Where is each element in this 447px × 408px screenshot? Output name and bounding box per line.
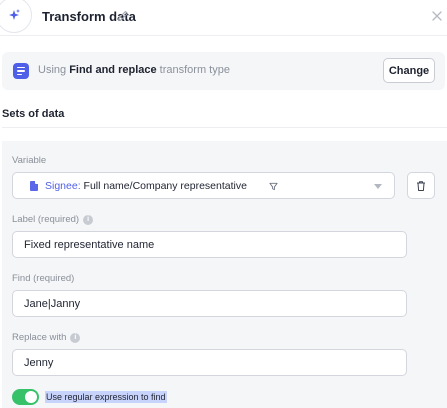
transform-type-description: Using Find and replace transform type [38, 64, 230, 76]
pencil-icon[interactable] [116, 9, 130, 23]
find-field-label: Find (required) [12, 273, 74, 284]
find-input[interactable]: Jane|Janny [12, 290, 407, 317]
variable-select[interactable]: Signee: Full name/Company representative [12, 172, 395, 199]
section-title: Sets of data [2, 108, 65, 120]
find-field-label-text: Find (required) [12, 273, 75, 284]
sparkle-icon [0, 0, 32, 33]
label-field-label: Label (required) i [12, 214, 94, 225]
variable-label-text: Variable [12, 155, 47, 166]
regex-toggle-label: Use regular expression to find [45, 391, 167, 403]
variable-label: Variable [12, 155, 46, 166]
replace-input[interactable]: Jenny [12, 349, 407, 376]
document-icon [30, 181, 38, 191]
label-input[interactable]: Fixed representative name [12, 231, 407, 258]
info-icon[interactable]: i [83, 214, 94, 225]
variable-select-value: Signee: Full name/Company representative [45, 180, 247, 192]
text-lines-icon [13, 63, 29, 79]
transform-type-suffix: transform type [159, 64, 230, 76]
transform-type-prefix: Using [38, 64, 67, 76]
trash-icon [417, 180, 425, 191]
replace-field-label-text: Replace with [12, 332, 67, 343]
close-icon[interactable] [430, 9, 444, 23]
change-button[interactable]: Change [383, 58, 435, 83]
section-divider [2, 127, 447, 128]
replace-field-label: Replace with i [12, 332, 81, 343]
label-field-label-text: Label (required) [12, 214, 80, 225]
delete-button[interactable] [407, 172, 435, 199]
filter-icon [269, 182, 278, 191]
chevron-down-icon [374, 184, 382, 189]
transform-type-box: Using Find and replace transform type Ch… [2, 52, 445, 90]
transform-type-name: Find and replace [69, 64, 157, 76]
variable-value: Full name/Company representative [83, 180, 247, 192]
info-icon[interactable]: i [70, 332, 81, 343]
modal-header: Transform data [0, 0, 447, 36]
variable-prefix: Signee: [45, 180, 81, 192]
regex-toggle[interactable] [12, 389, 39, 405]
